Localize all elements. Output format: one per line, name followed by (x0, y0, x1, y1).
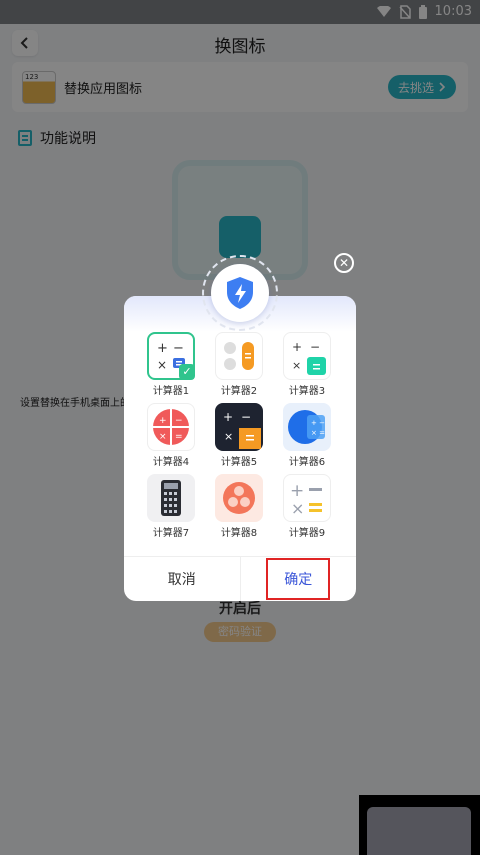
svg-text:+: + (159, 416, 167, 426)
calculator-device-icon (161, 480, 181, 516)
svg-text:×: × (224, 430, 233, 443)
shield-icon (227, 277, 253, 309)
confirm-button-area[interactable]: 确定 (241, 557, 357, 601)
icon-label-1: 计算器1 (152, 386, 190, 397)
icon-picker-dialog: + − × ✓ 计算器1 计算器2 + − × 计算器3 + − × = 计算器… (124, 296, 356, 601)
svg-text:+: + (290, 481, 304, 501)
icon-label-5: 计算器5 (220, 457, 258, 468)
calculator-symbols-icon: + × (290, 481, 322, 518)
calculator-symbols-icon: + − × (292, 340, 326, 375)
calculator-icon-6: + − × = (283, 403, 331, 451)
dialog-actions: 取消 确定 (124, 556, 356, 601)
svg-text:=: = (175, 432, 183, 442)
cancel-button[interactable]: 取消 (124, 557, 241, 601)
icon-label-2: 计算器2 (220, 386, 258, 397)
calculator-icon-5: + − × (215, 403, 263, 451)
calculator-symbols-icon (224, 342, 254, 370)
shield-badge (202, 255, 278, 331)
icon-option-4[interactable]: + − × = 计算器4 (146, 403, 196, 468)
corner-patch-inner (367, 807, 471, 855)
svg-text:−: − (241, 410, 251, 424)
icon-label-3: 计算器3 (288, 386, 326, 397)
svg-text:+: + (292, 340, 302, 354)
icon-label-6: 计算器6 (288, 457, 326, 468)
icon-option-1[interactable]: + − × ✓ 计算器1 (146, 332, 196, 397)
icon-option-7[interactable]: 计算器7 (146, 474, 196, 539)
calculator-icon-4: + − × = (147, 403, 195, 451)
icon-grid: + − × ✓ 计算器1 计算器2 + − × 计算器3 + − × = 计算器… (146, 332, 336, 539)
svg-text:−: − (173, 341, 184, 356)
calculator-icon-2 (215, 332, 263, 380)
calculator-symbols-icon: + − × (223, 410, 261, 449)
svg-text:×: × (159, 432, 167, 442)
close-icon: ✕ (338, 256, 350, 270)
calculator-icon-3: + − × (283, 332, 331, 380)
icon-option-9[interactable]: + × 计算器9 (282, 474, 332, 539)
svg-text:+: + (223, 410, 233, 424)
svg-text:−: − (175, 416, 183, 426)
calculator-symbols-icon: + − × = (288, 410, 325, 444)
icon-label-8: 计算器8 (220, 528, 258, 539)
confirm-label: 确定 (284, 572, 313, 588)
icon-option-2[interactable]: 计算器2 (214, 332, 264, 397)
calculator-icon-7 (147, 474, 195, 522)
calculator-symbols-icon: + − × = (153, 409, 189, 445)
calculator-icon-8 (215, 474, 263, 522)
svg-text:× =: × = (311, 429, 325, 437)
icon-option-5[interactable]: + − × 计算器5 (214, 403, 264, 468)
icon-label-4: 计算器4 (152, 457, 190, 468)
calculator-symbols-icon (223, 482, 255, 514)
corner-patch (359, 795, 480, 855)
close-button[interactable]: ✕ (334, 253, 354, 273)
svg-text:×: × (291, 499, 304, 518)
calculator-icon-1: + − × ✓ (147, 332, 195, 380)
confirm-button[interactable]: 确定 (266, 558, 331, 600)
shield-badge-inner (211, 264, 269, 322)
svg-text:+ −: + − (311, 419, 325, 427)
selected-check-icon: ✓ (179, 364, 195, 380)
svg-text:+: + (157, 341, 168, 356)
icon-option-6[interactable]: + − × = 计算器6 (282, 403, 332, 468)
icon-label-7: 计算器7 (152, 528, 190, 539)
icon-option-8[interactable]: 计算器8 (214, 474, 264, 539)
svg-text:×: × (157, 358, 167, 372)
svg-text:×: × (292, 359, 301, 372)
svg-text:−: − (310, 340, 320, 354)
icon-label-9: 计算器9 (288, 528, 326, 539)
icon-option-3[interactable]: + − × 计算器3 (282, 332, 332, 397)
calculator-icon-9: + × (283, 474, 331, 522)
